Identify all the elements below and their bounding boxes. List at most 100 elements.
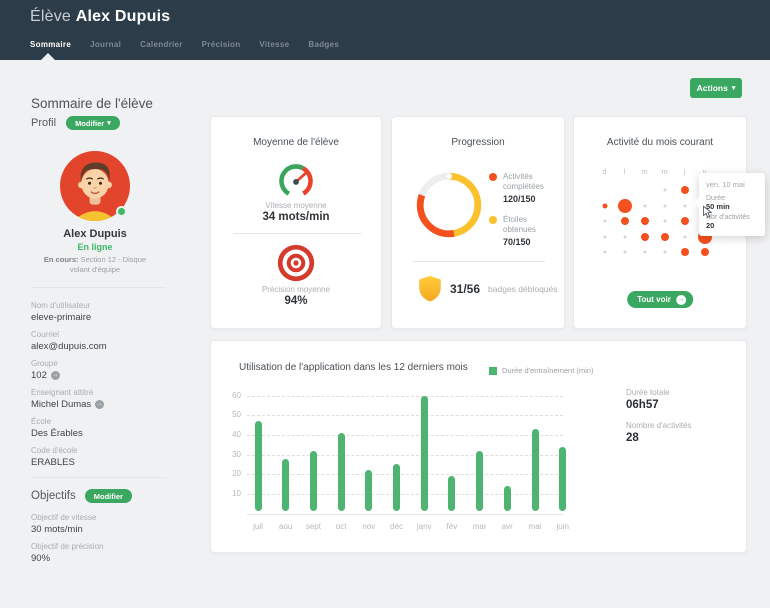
shield-icon — [418, 275, 442, 302]
field-label: Objectif de précision — [31, 541, 181, 552]
card-student-average: Moyenne de l'élève Vitesse moyenne 34 mo… — [210, 116, 382, 329]
divider — [31, 287, 166, 288]
online-status-dot — [116, 206, 127, 217]
activity-dot[interactable] — [663, 251, 666, 254]
profile-field-objectif-de-vitesse: Objectif de vitesse30 mots/min — [31, 512, 181, 536]
profile-field-courriel: Courrielalex@dupuis.com — [31, 329, 181, 353]
usage-stats: Durée totale06h57Nombre d'activités28 — [626, 387, 692, 453]
chevron-down-icon: ▾ — [107, 120, 111, 127]
activity-dot[interactable] — [641, 233, 649, 241]
current-activity-value: Section 12 - Disque volant d'équipe — [70, 255, 146, 274]
activity-dot[interactable] — [603, 220, 606, 223]
legend-entry-activites-completees: Activités complétées 120/150 — [489, 172, 555, 204]
activity-dot[interactable] — [621, 217, 629, 225]
hand-cursor-icon — [702, 205, 713, 219]
online-status-label: En ligne — [15, 242, 175, 252]
tab-calendrier[interactable]: Calendrier — [140, 40, 183, 49]
tab-precision[interactable]: Précision — [202, 40, 241, 49]
tab-sommaire[interactable]: Sommaire — [30, 40, 71, 49]
stat-label: Nombre d'activités — [626, 420, 692, 431]
speed-value: 34 mots/min — [211, 211, 381, 223]
activity-dot[interactable] — [643, 251, 646, 254]
page-title: Sommaire de l'élève — [31, 96, 153, 111]
legend-text: Activités complétées 120/150 — [503, 172, 555, 204]
activity-dot[interactable] — [683, 204, 686, 207]
activity-dot[interactable] — [663, 220, 666, 223]
field-label: Objectif de vitesse — [31, 512, 181, 523]
activity-dot[interactable] — [623, 251, 626, 254]
actions-button[interactable]: Actions ▾ — [690, 78, 742, 98]
activity-dot[interactable] — [681, 186, 689, 194]
precision-label: Précision moyenne — [211, 285, 381, 294]
usage-chart-title: Utilisation de l'application dans les 12… — [239, 362, 468, 373]
field-label: École — [31, 416, 181, 427]
legend-dot-icon — [489, 173, 497, 181]
activity-dot[interactable] — [681, 217, 689, 225]
legend-text: Étoiles obtenues70/150 — [503, 215, 555, 247]
usage-bar-avr — [504, 486, 511, 511]
tab-journal[interactable]: Journal — [90, 40, 121, 49]
usage-bar-aou — [282, 459, 289, 512]
usage-bar-dec — [393, 464, 400, 511]
edit-objectives-label: Modifier — [94, 492, 123, 501]
legend-entry-etoiles-obtenues: Étoiles obtenues70/150 — [489, 215, 555, 247]
objectives-section-label: Objectifs — [31, 490, 76, 502]
progression-legend: Activités complétées 120/150 Étoiles obten… — [489, 172, 555, 258]
day-header: m — [638, 167, 652, 176]
legend-entry-label: Étoiles obtenues — [503, 215, 555, 234]
activity-dot[interactable] — [661, 233, 669, 241]
tooltip-activities-value: 20 — [706, 221, 758, 230]
speedometer-icon — [276, 161, 316, 201]
progress-donut — [413, 169, 485, 241]
link-icon[interactable]: → — [95, 400, 104, 409]
divider — [31, 477, 166, 478]
arrow-right-icon: → — [676, 295, 686, 305]
see-all-button[interactable]: Tout voir → — [627, 291, 693, 308]
legend-entry-label: Activités complétées — [503, 172, 555, 191]
activity-dot[interactable] — [663, 204, 666, 207]
current-activity: En cours: Section 12 - Disque volant d'é… — [33, 255, 157, 274]
y-axis-tick: 60 — [213, 391, 241, 400]
activity-dot[interactable] — [683, 235, 686, 238]
activity-dot[interactable] — [602, 203, 607, 208]
field-value: Michel Dumas→ — [31, 398, 181, 411]
usage-bar-janv — [421, 396, 428, 512]
card-current-month-activity: Activité du mois courant dlmmjv ven. 10 … — [573, 116, 747, 329]
activity-dot[interactable] — [618, 199, 632, 213]
legend-entry-value: 120/150 — [503, 194, 555, 204]
tab-vitesse[interactable]: Vitesse — [259, 40, 289, 49]
edit-profile-button[interactable]: Modifier ▾ — [66, 116, 120, 130]
profile-name: Alex Dupuis — [15, 228, 175, 240]
link-icon[interactable]: → — [51, 371, 60, 380]
field-value: Des Érables — [31, 427, 181, 440]
usage-bar-oct — [338, 433, 345, 511]
usage-legend: Durée d'entraînement (min) — [489, 366, 593, 375]
y-axis-tick: 20 — [213, 469, 241, 478]
activity-dot[interactable] — [603, 235, 606, 238]
activity-dot[interactable] — [603, 251, 606, 254]
card-usage-chart: Utilisation de l'application dans les 12… — [210, 340, 747, 553]
active-tab-caret — [41, 53, 55, 60]
y-axis-tick: 40 — [213, 430, 241, 439]
see-all-label: Tout voir — [637, 295, 671, 304]
activity-dot[interactable] — [701, 248, 709, 256]
edit-objectives-button[interactable]: Modifier — [85, 489, 132, 503]
field-value: alex@dupuis.com — [31, 340, 181, 353]
tab-badges[interactable]: Badges — [308, 40, 339, 49]
activity-dot[interactable] — [641, 217, 649, 225]
field-label: Code d'école — [31, 445, 181, 456]
objectives-section-header: Objectifs Modifier — [31, 489, 132, 503]
activity-dot[interactable] — [643, 204, 646, 207]
card-title: Activité du mois courant — [574, 137, 746, 148]
legend-dot-icon — [489, 216, 497, 224]
activity-dot[interactable] — [663, 189, 666, 192]
y-axis-tick: 10 — [213, 489, 241, 498]
profile-field-groupe: Groupe102→ — [31, 358, 181, 382]
chart-gridline — [247, 455, 563, 456]
current-activity-label: En cours: — [44, 255, 79, 264]
chart-gridline — [247, 474, 563, 475]
chart-gridline — [247, 494, 563, 495]
chevron-down-icon: ▾ — [732, 85, 736, 92]
activity-dot[interactable] — [623, 235, 626, 238]
activity-dot[interactable] — [681, 248, 689, 256]
